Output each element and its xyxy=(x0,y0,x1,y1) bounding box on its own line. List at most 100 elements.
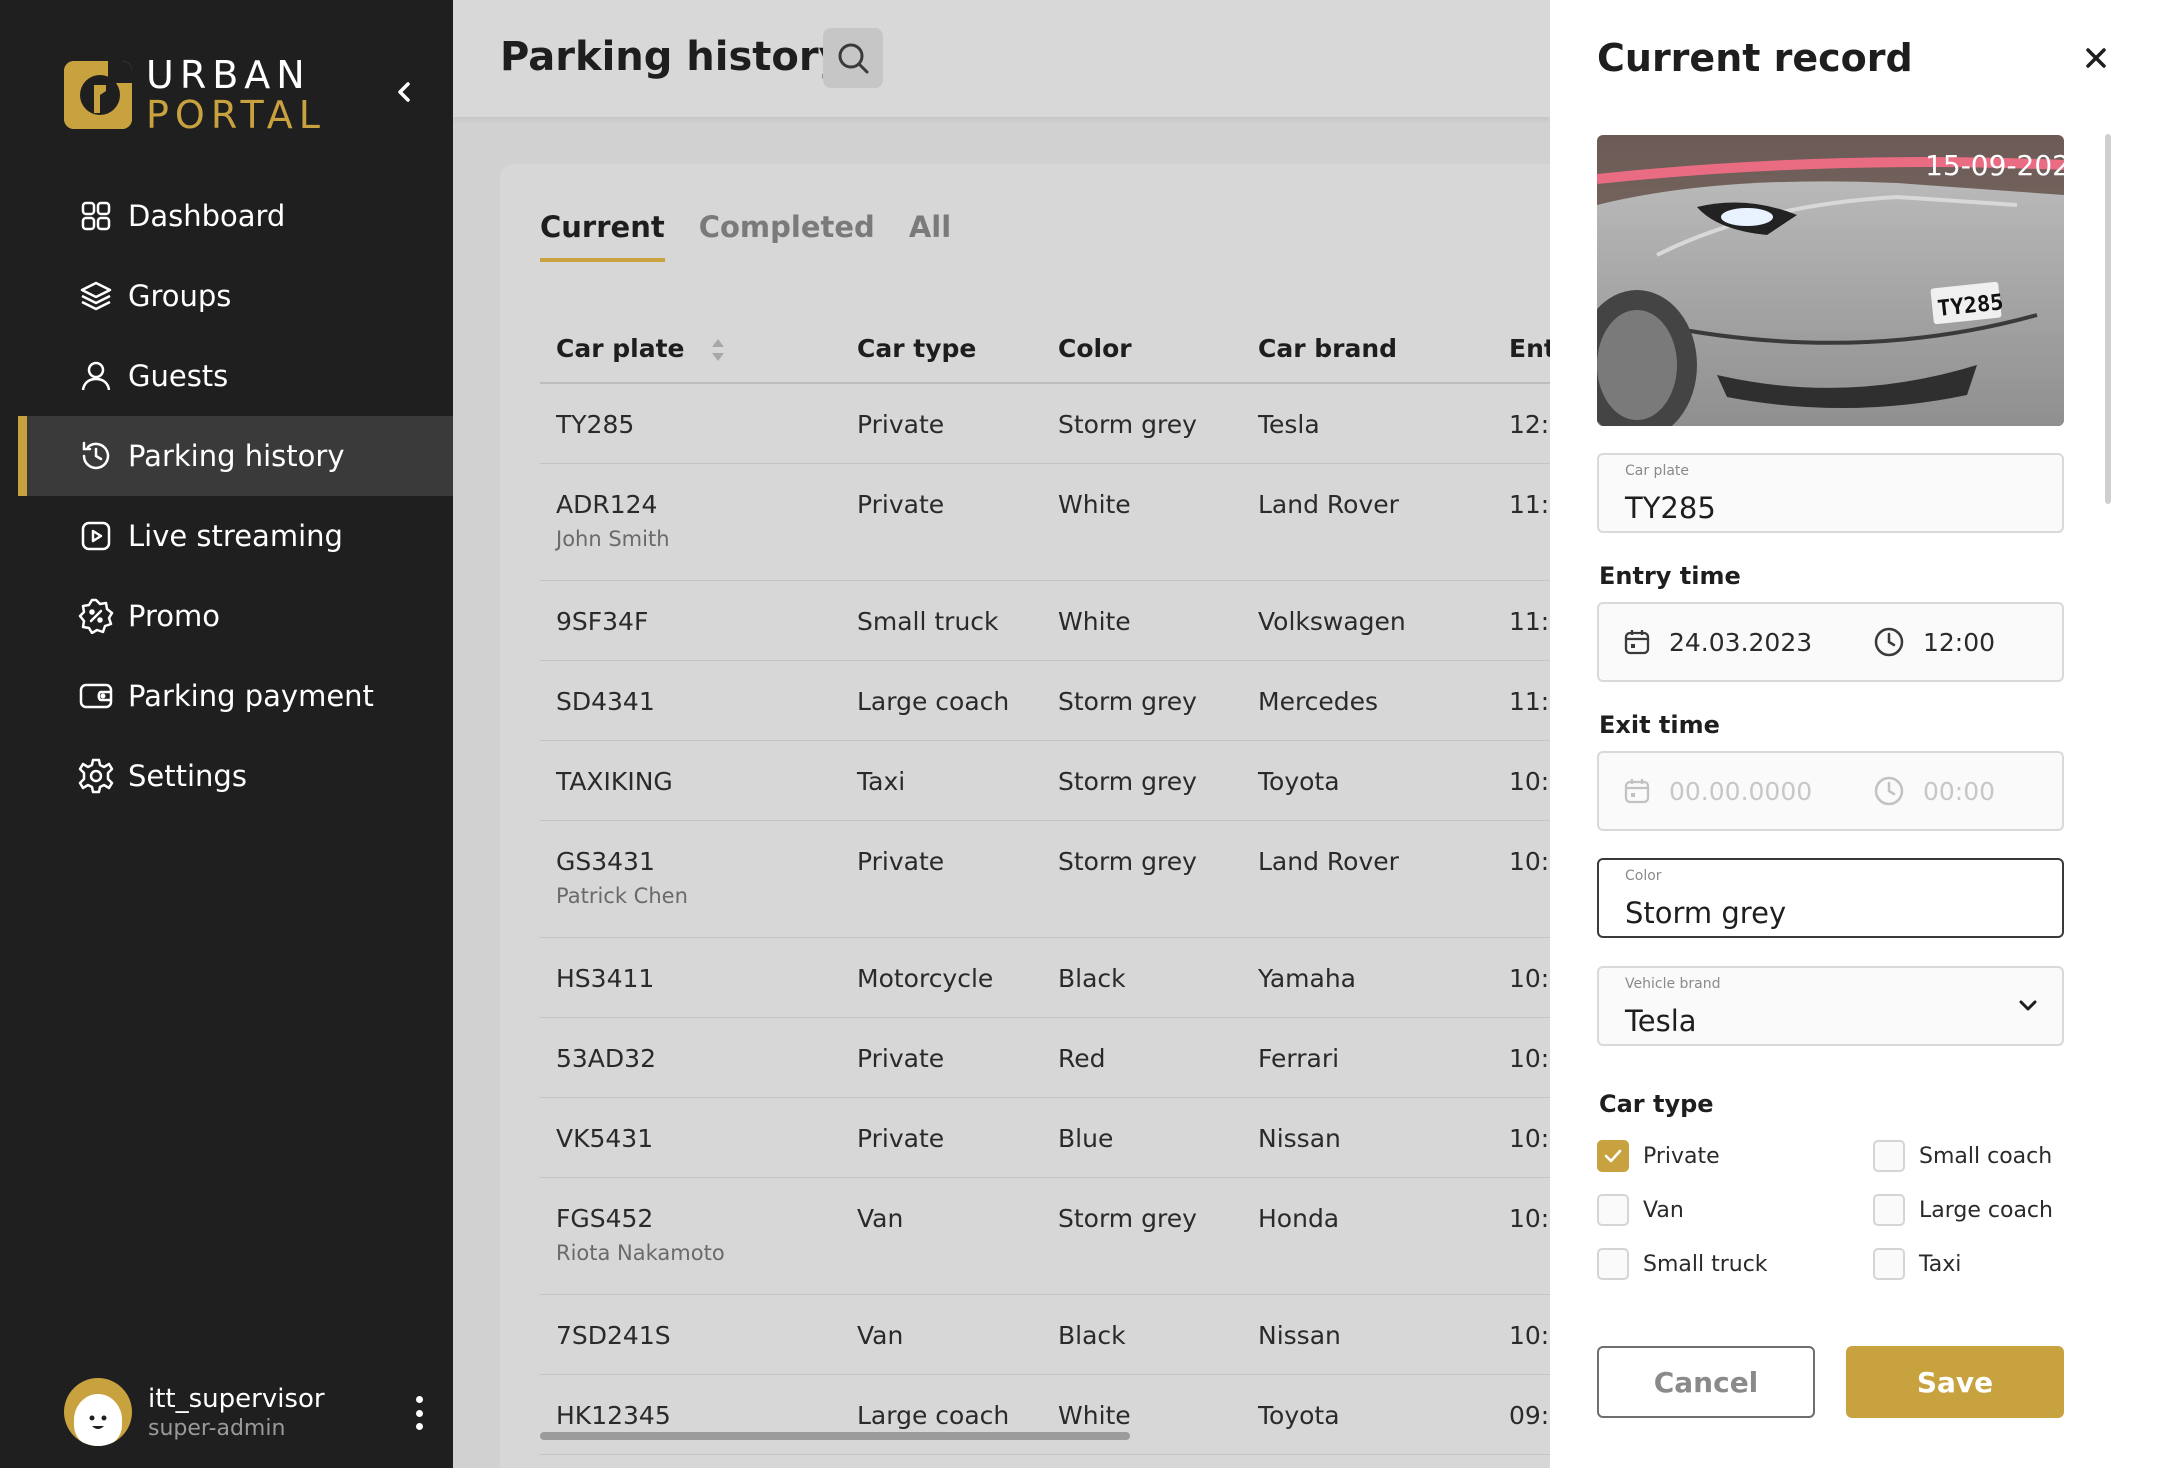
column-header-car-type[interactable]: Car type xyxy=(841,334,1042,363)
user-profile[interactable]: itt_supervisor super-admin xyxy=(64,1378,434,1446)
column-header-car-brand[interactable]: Car brand xyxy=(1242,334,1493,363)
entry-time-value: 12:00 xyxy=(1923,627,1996,657)
cell-brand: Nissan xyxy=(1258,1321,1341,1350)
vehicle-brand-select[interactable]: Vehicle brand Tesla xyxy=(1597,966,2064,1046)
checkbox-van[interactable]: Van xyxy=(1597,1194,1684,1226)
sidebar-item-parking-payment[interactable]: Parking payment xyxy=(18,656,453,736)
sort-icon[interactable] xyxy=(711,337,725,363)
sidebar-item-label: Promo xyxy=(128,599,220,633)
cell-type: Motorcycle xyxy=(857,964,994,993)
exit-date: 00.00.0000 xyxy=(1623,777,1873,806)
car-plate-field[interactable]: Car plate TY285 xyxy=(1597,453,2064,533)
entry-time-field[interactable]: 24.03.2023 12:00 xyxy=(1597,602,2064,682)
horizontal-scrollbar[interactable] xyxy=(540,1432,1130,1440)
table-row[interactable]: TAXIKING Taxi Storm grey Toyota 10:5 xyxy=(540,741,1600,821)
checkbox-large-coach[interactable]: Large coach xyxy=(1873,1194,2053,1226)
table-row[interactable]: GS3431 Patrick Chen Private Storm grey La… xyxy=(540,821,1600,938)
cell-brand: Mercedes xyxy=(1258,687,1379,716)
field-label: Car plate xyxy=(1625,463,1690,479)
chevron-down-icon xyxy=(2019,1000,2037,1011)
grid-icon xyxy=(78,198,114,234)
table-row[interactable]: HS3411 Motorcycle Black Yamaha 10:3 xyxy=(540,938,1600,1018)
user-menu-button[interactable] xyxy=(404,1396,434,1430)
table-row[interactable]: FGS452 Riota Nakamoto Van Storm grey Hond… xyxy=(540,1178,1600,1295)
sidebar-item-label: Parking payment xyxy=(128,679,374,713)
sidebar-item-groups[interactable]: Groups xyxy=(18,256,453,336)
exit-time-value: 00:00 xyxy=(1923,776,1996,806)
cell-color: Storm grey xyxy=(1058,410,1197,439)
page-title: Parking history xyxy=(500,34,845,80)
panel-footer: Cancel Save xyxy=(1550,1310,2158,1468)
calendar-icon xyxy=(1623,628,1651,656)
table-header: Car plate Car type Color Car brand Entr xyxy=(540,314,1600,384)
sidebar-item-guests[interactable]: Guests xyxy=(18,336,453,416)
table-row[interactable]: 53AD32 Private Red Ferrari 10:2 xyxy=(540,1018,1600,1098)
cell-color: Blue xyxy=(1058,1124,1114,1153)
logo[interactable]: URBAN PORTAL xyxy=(64,55,326,135)
close-button[interactable] xyxy=(2078,40,2114,76)
table-row[interactable]: TY285 Private Storm grey Tesla 12:0 xyxy=(540,384,1600,464)
vertical-scrollbar[interactable] xyxy=(2105,134,2111,504)
checkbox-box[interactable] xyxy=(1597,1194,1629,1226)
column-header-color[interactable]: Color xyxy=(1042,334,1242,363)
tab-all[interactable]: All xyxy=(909,210,951,262)
table-row[interactable]: 9SF34F Small truck White Volkswagen 11:2… xyxy=(540,581,1600,661)
logo-text-line1: URBAN xyxy=(146,53,311,97)
table-row[interactable]: 7SD241S Van Black Nissan 10:0 xyxy=(540,1295,1600,1375)
search-button[interactable] xyxy=(823,28,883,88)
close-icon xyxy=(2086,48,2106,68)
checkbox-box[interactable] xyxy=(1873,1140,1905,1172)
checkbox-box[interactable] xyxy=(1597,1248,1629,1280)
tab-completed[interactable]: Completed xyxy=(699,210,875,262)
field-value: Tesla xyxy=(1625,1004,1697,1038)
table-row[interactable]: ADR124 John Smith Private White Land Rove… xyxy=(540,464,1600,581)
checkbox-taxi[interactable]: Taxi xyxy=(1873,1248,1961,1280)
sidebar-item-promo[interactable]: Promo xyxy=(18,576,453,656)
checkbox-label: Van xyxy=(1643,1197,1684,1223)
checkbox-private[interactable]: Private xyxy=(1597,1140,1720,1172)
cell-plate: HK12345 xyxy=(556,1401,671,1430)
cell-color: White xyxy=(1058,1401,1131,1430)
sidebar-item-live-streaming[interactable]: Live streaming xyxy=(18,496,453,576)
column-header-car-plate[interactable]: Car plate xyxy=(540,334,841,363)
search-icon xyxy=(838,43,869,74)
cell-owner: Riota Nakamoto xyxy=(556,1241,725,1265)
table-row[interactable]: SD4341 Large coach Storm grey Mercedes 1… xyxy=(540,661,1600,741)
collapse-sidebar-button[interactable] xyxy=(386,74,422,110)
cell-brand: Yamaha xyxy=(1258,964,1356,993)
check-icon xyxy=(1604,1149,1622,1163)
sidebar-item-settings[interactable]: Settings xyxy=(18,736,453,816)
checkbox-box[interactable] xyxy=(1873,1248,1905,1280)
entry-date[interactable]: 24.03.2023 xyxy=(1623,628,1873,657)
cell-type: Taxi xyxy=(857,767,906,796)
cell-type: Private xyxy=(857,847,945,876)
checkbox-box[interactable] xyxy=(1873,1194,1905,1226)
parking-table: Car plate Car type Color Car brand Entr … xyxy=(540,314,1600,1455)
cancel-button[interactable]: Cancel xyxy=(1597,1346,1815,1418)
cell-owner: John Smith xyxy=(556,527,670,551)
save-button[interactable]: Save xyxy=(1846,1346,2064,1418)
table-row[interactable]: VK5431 Private Blue Nissan 10:2 xyxy=(540,1098,1600,1178)
sidebar-nav: Dashboard Groups Guests Parking history … xyxy=(18,176,453,816)
cell-type: Private xyxy=(857,410,945,439)
cell-color: Storm grey xyxy=(1058,767,1197,796)
cell-color: Black xyxy=(1058,964,1126,993)
tabs: Current Completed All xyxy=(540,210,985,262)
checkbox-small-truck[interactable]: Small truck xyxy=(1597,1248,1768,1280)
cell-brand: Ferrari xyxy=(1258,1044,1340,1073)
entry-time[interactable]: 12:00 xyxy=(1873,626,1995,658)
sidebar-item-dashboard[interactable]: Dashboard xyxy=(18,176,453,256)
cell-color: White xyxy=(1058,607,1131,636)
checkbox-box[interactable] xyxy=(1597,1140,1629,1172)
tab-current[interactable]: Current xyxy=(540,210,665,262)
table-row[interactable]: HK12345 Large coach White Toyota 09:5 xyxy=(540,1375,1600,1455)
cell-brand: Toyota xyxy=(1258,1401,1340,1430)
sidebar-item-label: Guests xyxy=(128,359,229,393)
color-field[interactable]: Color Storm grey xyxy=(1597,858,2064,938)
cell-type: Large coach xyxy=(857,1401,1010,1430)
sidebar-item-parking-history[interactable]: Parking history xyxy=(18,416,453,496)
history-card: Current Completed All Car plate Car type… xyxy=(500,164,1600,1468)
cell-color: White xyxy=(1058,490,1131,519)
sidebar-item-label: Parking history xyxy=(128,439,345,473)
checkbox-small-coach[interactable]: Small coach xyxy=(1873,1140,2052,1172)
